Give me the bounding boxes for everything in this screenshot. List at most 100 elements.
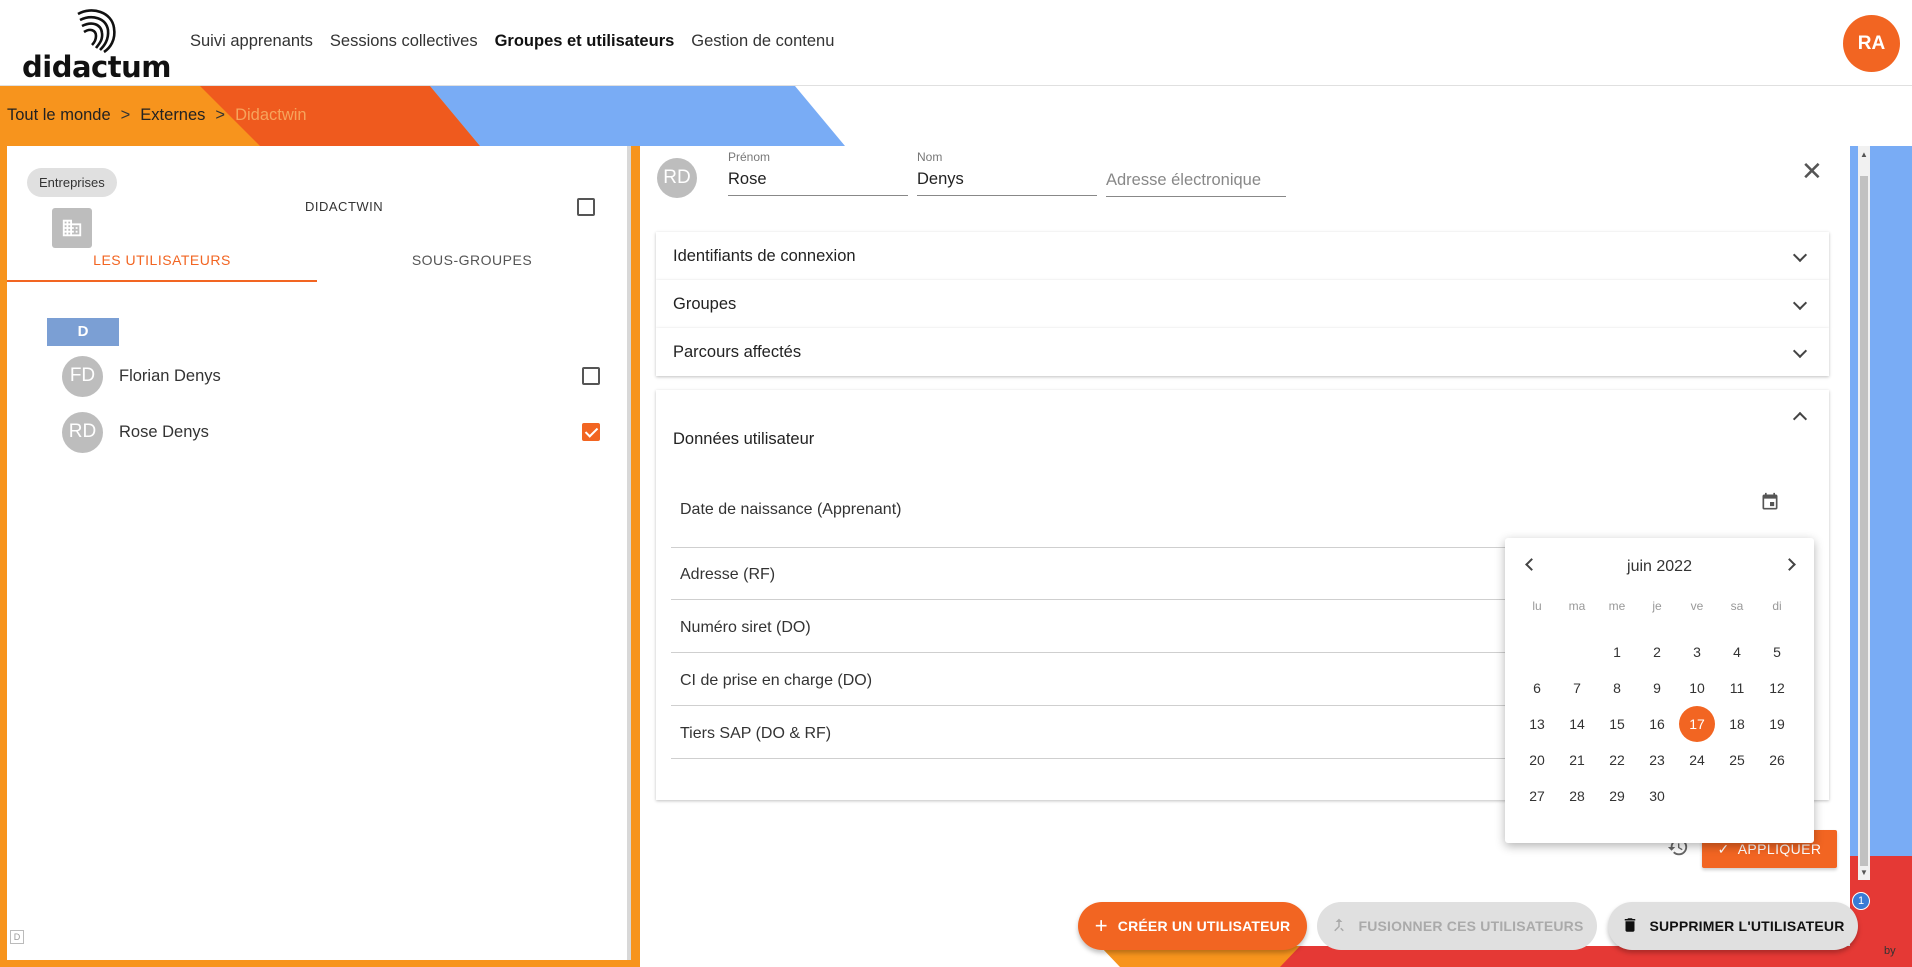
breadcrumb-separator: > xyxy=(215,106,226,124)
day-cell[interactable]: 21 xyxy=(1557,742,1597,778)
apply-label: APPLIQUER xyxy=(1737,841,1822,857)
scroll-thumb[interactable] xyxy=(1860,176,1868,866)
left-tabs: LES UTILISATEURS SOUS-GROUPES xyxy=(7,242,627,282)
logo-text: didactum xyxy=(22,50,171,84)
day-cell[interactable]: 1 xyxy=(1597,634,1637,670)
notification-badge: 1 xyxy=(1852,892,1870,910)
field-label: Adresse (RF) xyxy=(680,566,776,583)
byline: by xyxy=(1884,945,1896,957)
day-cell[interactable]: 19 xyxy=(1757,706,1797,742)
firstname-input[interactable]: Rose xyxy=(728,170,908,196)
day-cell[interactable]: 7 xyxy=(1557,670,1597,706)
day-cell[interactable]: 16 xyxy=(1637,706,1677,742)
create-user-button[interactable]: + CRÉER UN UTILISATEUR xyxy=(1078,902,1307,950)
day-cell[interactable]: 12 xyxy=(1757,670,1797,706)
merge-users-label: FUSIONNER CES UTILISATEURS xyxy=(1358,918,1584,934)
detail-scrollbar[interactable]: ▲ ▼ xyxy=(1858,146,1870,880)
merge-users-button[interactable]: FUSIONNER CES UTILISATEURS xyxy=(1317,902,1597,950)
tab-utilisateurs[interactable]: LES UTILISATEURS xyxy=(7,242,317,282)
field-label: Numéro siret (DO) xyxy=(680,619,811,636)
delete-user-label: SUPPRIMER L'UTILISATEUR xyxy=(1649,918,1845,934)
chevron-down-icon xyxy=(1792,247,1808,263)
day-cell[interactable]: 11 xyxy=(1717,670,1757,706)
accordion-identifiants[interactable]: Identifiants de connexion xyxy=(656,232,1829,280)
chevron-up-icon[interactable] xyxy=(1792,411,1808,427)
nav-gestion-contenu[interactable]: Gestion de contenu xyxy=(691,32,834,51)
day-cell[interactable]: 3 xyxy=(1677,634,1717,670)
day-cell[interactable]: 10 xyxy=(1677,670,1717,706)
datepicker-month[interactable]: juin 2022 xyxy=(1505,558,1814,576)
day-cell[interactable]: 30 xyxy=(1637,778,1677,814)
top-navbar: didactum Suivi apprenants Sessions colle… xyxy=(0,0,1912,86)
close-icon[interactable]: ✕ xyxy=(1801,158,1823,184)
day-cell[interactable]: 26 xyxy=(1757,742,1797,778)
datepicker-grid: lu ma me je ve sa di 1 2 3 4 5 6 7 8 9 10 11 12 13 14… xyxy=(1517,598,1797,814)
breadcrumb-separator: > xyxy=(120,106,131,124)
day-cell[interactable]: 9 xyxy=(1637,670,1677,706)
corner-badge: D xyxy=(10,930,24,944)
day-cell[interactable]: 14 xyxy=(1557,706,1597,742)
weekday-label: sa xyxy=(1730,599,1744,613)
day-cell[interactable]: 18 xyxy=(1717,706,1757,742)
group-checkbox[interactable] xyxy=(577,198,595,216)
user-name: Florian Denys xyxy=(119,366,221,385)
day-cell[interactable]: 28 xyxy=(1557,778,1597,814)
day-cell[interactable]: 25 xyxy=(1717,742,1757,778)
accordion-title[interactable]: Données utilisateur xyxy=(673,430,814,449)
day-cell[interactable]: 4 xyxy=(1717,634,1757,670)
scroll-up-icon[interactable]: ▲ xyxy=(1860,150,1868,159)
scroll-down-icon[interactable]: ▼ xyxy=(1860,868,1868,877)
accordion-title: Identifiants de connexion xyxy=(673,246,856,265)
calendar-icon[interactable] xyxy=(1760,492,1780,517)
weekday-label: di xyxy=(1772,599,1782,613)
user-avatar[interactable]: RA xyxy=(1843,15,1900,72)
day-cell[interactable]: 23 xyxy=(1637,742,1677,778)
day-cell[interactable]: 2 xyxy=(1637,634,1677,670)
accordion-title: Parcours affectés xyxy=(673,342,802,361)
tab-sous-groupes[interactable]: SOUS-GROUPES xyxy=(317,242,627,282)
nav-sessions-collectives[interactable]: Sessions collectives xyxy=(330,32,478,51)
email-field[interactable]: Adresse électronique xyxy=(1106,150,1286,197)
day-cell[interactable]: 22 xyxy=(1597,742,1637,778)
user-checkbox[interactable] xyxy=(582,367,600,385)
empty-day-cell xyxy=(1557,634,1597,670)
didactum-logo[interactable]: didactum xyxy=(22,8,172,84)
accordion-parcours[interactable]: Parcours affectés xyxy=(656,328,1829,376)
panel-divider[interactable] xyxy=(627,146,631,960)
day-cell[interactable]: 24 xyxy=(1677,742,1717,778)
list-item-user[interactable]: RD Rose Denys xyxy=(62,410,612,454)
field-label: Tiers SAP (DO & RF) xyxy=(680,725,832,742)
delete-user-button[interactable]: SUPPRIMER L'UTILISATEUR xyxy=(1608,902,1858,950)
birthdate-field[interactable]: Date de naissance (Apprenant) xyxy=(671,470,1806,548)
email-input[interactable]: Adresse électronique xyxy=(1106,171,1286,197)
entreprises-chip[interactable]: Entreprises xyxy=(27,168,117,197)
weekday-label: ma xyxy=(1568,599,1586,613)
day-cell[interactable]: 6 xyxy=(1517,670,1557,706)
nav-groupes-utilisateurs[interactable]: Groupes et utilisateurs xyxy=(495,32,675,51)
day-cell[interactable]: 8 xyxy=(1597,670,1637,706)
day-cell-selected[interactable]: 17 xyxy=(1677,706,1717,742)
lastname-input[interactable]: Denys xyxy=(917,170,1097,196)
firstname-field[interactable]: Prénom Rose xyxy=(728,150,908,196)
accordion-groupes[interactable]: Groupes xyxy=(656,280,1829,328)
day-cell[interactable]: 5 xyxy=(1757,634,1797,670)
lastname-field[interactable]: Nom Denys xyxy=(917,150,1097,196)
nav-suivi-apprenants[interactable]: Suivi apprenants xyxy=(190,32,313,51)
breadcrumb-current: Didactwin xyxy=(235,106,307,124)
list-item-user[interactable]: FD Florian Denys xyxy=(62,354,612,398)
weekday-label: je xyxy=(1652,599,1662,613)
breadcrumb-externes[interactable]: Externes xyxy=(140,106,205,125)
weekday-label: me xyxy=(1608,599,1626,613)
day-cell[interactable]: 15 xyxy=(1597,706,1637,742)
day-cell[interactable]: 29 xyxy=(1597,778,1637,814)
empty-day-cell xyxy=(1517,634,1557,670)
day-cell[interactable]: 13 xyxy=(1517,706,1557,742)
plus-icon: + xyxy=(1094,913,1108,938)
day-cell[interactable]: 27 xyxy=(1517,778,1557,814)
group-name: DIDACTWIN xyxy=(305,199,384,214)
weekday-label: ve xyxy=(1690,599,1704,613)
user-checkbox-checked[interactable] xyxy=(582,423,600,441)
breadcrumb-root[interactable]: Tout le monde xyxy=(7,106,111,125)
weekday-label: lu xyxy=(1532,599,1542,613)
day-cell[interactable]: 20 xyxy=(1517,742,1557,778)
